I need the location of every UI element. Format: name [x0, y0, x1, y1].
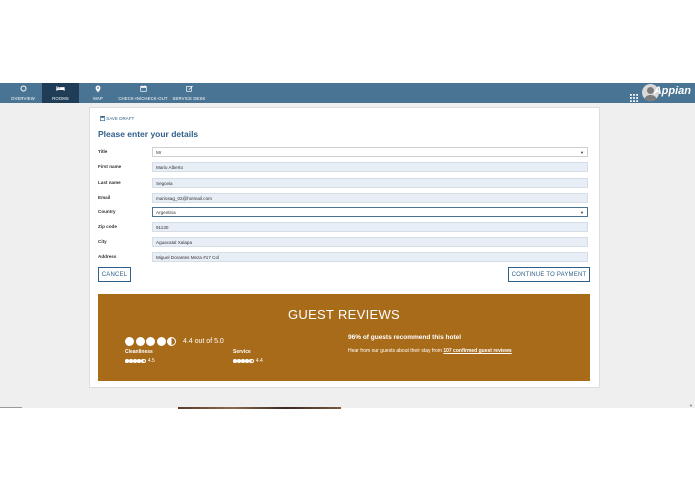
cleanliness-label: Cleanliness [125, 349, 153, 355]
first-name-row: First name Mario Alberto [98, 162, 590, 173]
nav-rooms[interactable]: ROOMS [42, 83, 79, 103]
page-title: Please enter your details [98, 129, 199, 139]
first-name-input[interactable]: Mario Alberto [152, 162, 588, 172]
email-label: Email [98, 195, 111, 200]
rating-dot-icon [125, 359, 129, 363]
continue-to-payment-button[interactable]: CONTINUE TO PAYMENT [508, 267, 590, 282]
zip-code-input[interactable]: 91130 [152, 222, 588, 232]
circle-icon [3, 83, 43, 96]
guest-reviews-panel: GUEST REVIEWS 4.4 out of 5.0 Cleanliness… [98, 294, 590, 381]
rating-dot-icon [245, 359, 249, 363]
rating-circle-icon [135, 337, 145, 347]
rating-dot-icon [241, 359, 245, 363]
appian-logo: Appian [653, 85, 691, 97]
rating-text: 4.4 out of 5.0 [182, 338, 224, 346]
details-form-card: SAVE DRAFT Please enter your details Tit… [89, 107, 600, 388]
zip-code-row: Zip code 91130 [98, 222, 590, 233]
bottom-image-strip [0, 407, 695, 410]
nav-service-desk[interactable]: SERVICE DESK [172, 83, 206, 103]
rating-half-dot-icon [249, 358, 254, 364]
country-row: Country Argentina ▼ [98, 207, 590, 218]
country-label: Country [98, 209, 116, 214]
rating-half-circle-icon [167, 337, 176, 347]
address-input[interactable]: Miguel Dorantes Meza #17 Col [152, 252, 588, 262]
top-nav-bar: OVERVIEW ROOMS MAP CHECK-IN/CHECK-OUT SE… [0, 83, 695, 103]
last-name-input[interactable]: Segovia [152, 178, 588, 188]
address-label: Address [98, 254, 117, 259]
title-label: Title [98, 149, 108, 154]
last-name-label: Last name [98, 180, 121, 185]
edit-icon [172, 83, 206, 96]
title-select[interactable]: Mr ▼ [152, 147, 588, 157]
email-row: Email mariosag_02@hotmail.com [98, 193, 590, 204]
cleanliness-rating: 4.5 [125, 358, 155, 364]
rating-dot-icon [133, 359, 137, 363]
save-icon [100, 116, 105, 122]
rating-circle-icon [125, 337, 134, 347]
rating-dot-icon [233, 359, 237, 363]
confirmed-reviews-link[interactable]: 107 confirmed guest reviews [443, 348, 511, 354]
bed-icon [42, 83, 79, 96]
address-row: Address Miguel Dorantes Meza #17 Col [98, 252, 590, 263]
nav-map[interactable]: MAP [84, 83, 112, 103]
dropdown-arrow-icon: ▼ [580, 150, 584, 155]
city-label: City [98, 239, 107, 244]
city-input[interactable]: Aguacatal Xalapa [152, 237, 588, 247]
map-pin-icon [84, 83, 112, 96]
recommend-text: 96% of guests recommend this hotel [348, 334, 462, 341]
title-row: Title Mr ▼ [98, 147, 590, 158]
apps-grid-icon[interactable] [630, 89, 638, 107]
nav-check-in-check-out[interactable]: CHECK-IN/CHECK-OUT [117, 83, 169, 103]
cancel-button[interactable]: CANCEL [98, 267, 131, 282]
app-window: OVERVIEW ROOMS MAP CHECK-IN/CHECK-OUT SE… [0, 83, 695, 408]
hear-from-guests-text: Hear from our guests about their stay fr… [348, 348, 512, 354]
country-select[interactable]: Argentina ▼ [152, 207, 588, 217]
save-draft-link[interactable]: SAVE DRAFT [100, 116, 134, 122]
rating-dot-icon [137, 359, 141, 363]
rating-half-dot-icon [141, 358, 146, 364]
rating-dot-icon [129, 359, 133, 363]
rating-dot-icon [237, 359, 241, 363]
last-name-row: Last name Segovia [98, 178, 590, 189]
nav-overview[interactable]: OVERVIEW [3, 83, 43, 103]
zip-code-label: Zip code [98, 224, 117, 229]
dropdown-arrow-icon: ▼ [580, 210, 584, 215]
service-label: Service [233, 349, 251, 355]
reviews-title: GUEST REVIEWS [287, 307, 400, 322]
rating-circle-icon [146, 337, 155, 347]
service-rating: 4.4 [233, 358, 263, 364]
email-input[interactable]: mariosag_02@hotmail.com [152, 193, 588, 203]
calendar-icon [117, 83, 169, 96]
rating-circle-icon [156, 337, 166, 347]
first-name-label: First name [98, 164, 122, 169]
city-row: City Aguacatal Xalapa [98, 237, 590, 248]
